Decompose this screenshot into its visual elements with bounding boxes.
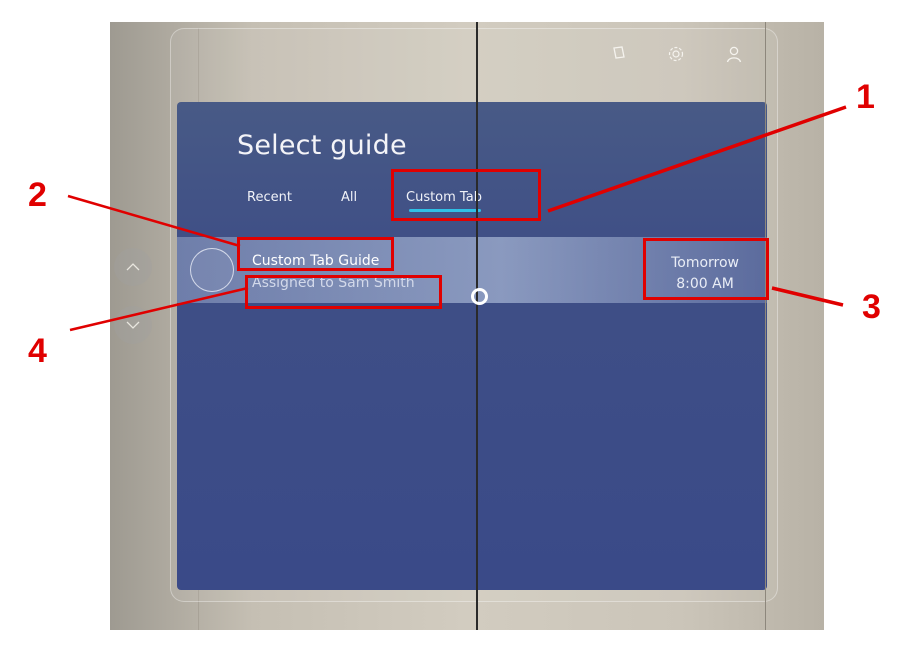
page-title: Select guide <box>237 130 407 161</box>
gaze-cursor <box>471 288 488 305</box>
chevron-up-icon[interactable] <box>114 248 152 286</box>
gear-icon[interactable] <box>665 45 687 67</box>
callout-box-2 <box>237 237 394 271</box>
tab-all[interactable]: All <box>341 187 357 209</box>
user-icon[interactable] <box>723 45 745 67</box>
guide-select-circle[interactable] <box>190 248 234 292</box>
callout-number-4: 4 <box>28 332 47 370</box>
screenshot-stage: Select guide Recent All Custom Tab Custo… <box>0 0 907 647</box>
door-seam <box>476 22 478 630</box>
hololens-scene: Select guide Recent All Custom Tab Custo… <box>110 22 824 630</box>
tab-recent[interactable]: Recent <box>247 187 292 209</box>
callout-box-1 <box>391 169 541 221</box>
window-icon[interactable] <box>608 45 630 67</box>
wall-edge <box>765 22 766 630</box>
callout-number-1: 1 <box>856 78 875 116</box>
callout-number-3: 3 <box>862 288 881 326</box>
callout-box-3 <box>643 238 769 300</box>
chevron-down-icon[interactable] <box>114 306 152 344</box>
callout-number-2: 2 <box>28 176 47 214</box>
top-toolbar <box>110 22 824 92</box>
callout-box-4 <box>245 275 442 309</box>
